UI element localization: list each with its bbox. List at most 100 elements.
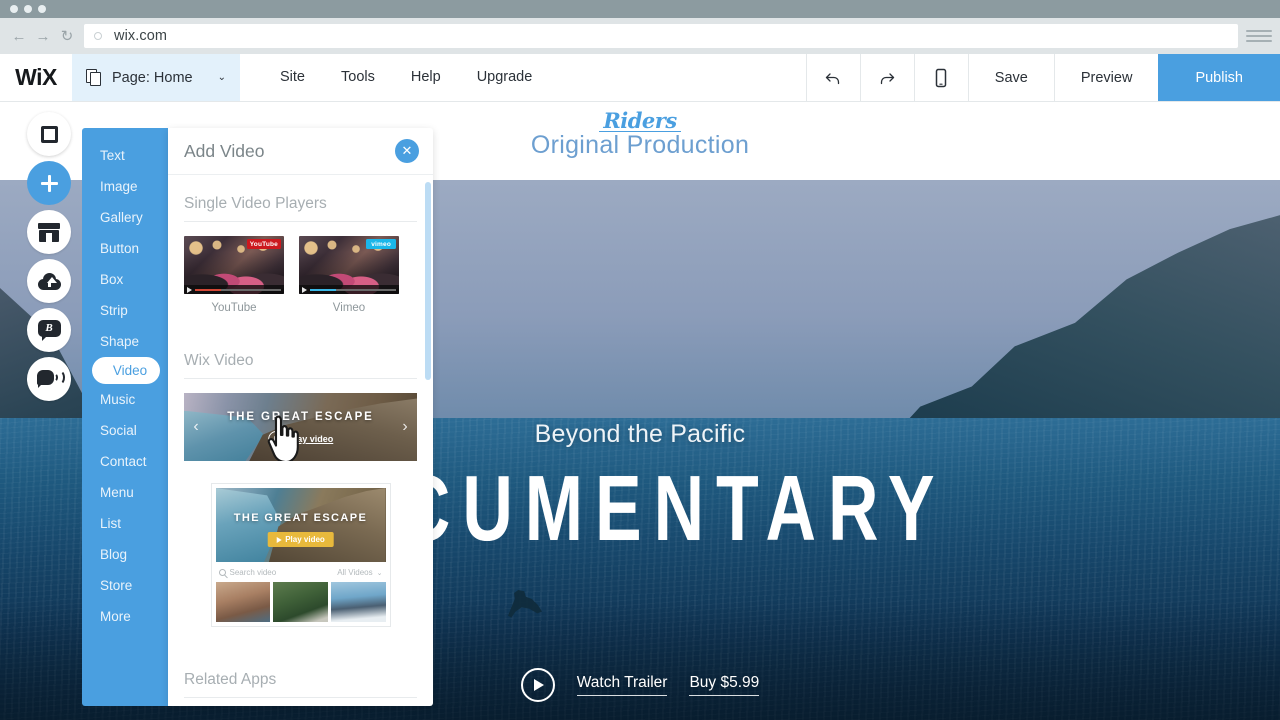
mobile-view-icon[interactable] [915, 54, 968, 101]
play-circle-icon[interactable] [521, 668, 555, 702]
category-store[interactable]: Store [82, 570, 168, 601]
category-social[interactable]: Social [82, 415, 168, 446]
menu-item-site[interactable]: Site [262, 54, 323, 101]
carousel-ridge [249, 398, 417, 461]
gallery-search-placeholder: Search video [230, 568, 277, 577]
category-strip[interactable]: Strip [82, 295, 168, 326]
site-logo[interactable]: Riders [603, 108, 676, 133]
panel-header: Add Video ✕ [168, 128, 433, 175]
rail-chat-button[interactable] [27, 357, 71, 401]
play-icon [302, 287, 307, 293]
play-circle-icon [268, 431, 284, 447]
wix-logo[interactable]: WiX [0, 54, 72, 101]
menu-item-help[interactable]: Help [393, 54, 459, 101]
window-maximize-dot[interactable] [38, 5, 46, 13]
browser-titlebar [0, 0, 1280, 18]
editor-toolbar: WiX Page: Home ⌄ Site Tools Help Upgrade [0, 54, 1280, 102]
category-contact[interactable]: Contact [82, 446, 168, 477]
add-plus-icon [41, 175, 58, 192]
carousel-play-button[interactable]: Play video [268, 431, 334, 447]
single-video-players-row: YouTube YouTube vimeo [184, 236, 417, 314]
panel-body[interactable]: Single Video Players YouTube YouTube [168, 175, 433, 706]
gallery-filter-label: All Videos [337, 568, 372, 577]
store-icon [38, 223, 60, 242]
gallery-thumbnail[interactable] [216, 582, 271, 622]
youtube-player-card[interactable]: YouTube YouTube [184, 236, 284, 314]
gallery-thumbnail[interactable] [331, 582, 386, 622]
chevron-right-icon[interactable]: › [398, 419, 412, 435]
category-video[interactable]: Video [92, 357, 160, 384]
site-info-icon [94, 32, 102, 40]
category-box[interactable]: Box [82, 264, 168, 295]
search-icon [219, 569, 226, 576]
preview-button[interactable]: Preview [1055, 54, 1159, 101]
rail-pages-button[interactable] [27, 112, 71, 156]
save-button[interactable]: Save [969, 54, 1054, 101]
blog-bubble-icon: B [38, 320, 61, 341]
category-text[interactable]: Text [82, 140, 168, 171]
category-shape[interactable]: Shape [82, 326, 168, 357]
page-selector[interactable]: Page: Home ⌄ [72, 54, 240, 101]
gallery-hero-ridge [267, 488, 386, 562]
editor-screen: ← → ↻ wix.com WiX Page: Home ⌄ Site Tool… [0, 0, 1280, 720]
youtube-label: YouTube [184, 302, 284, 314]
forward-arrow-icon[interactable]: → [32, 25, 54, 47]
vimeo-player-controls [299, 285, 399, 294]
category-blog[interactable]: Blog [82, 539, 168, 570]
pages-square-icon [41, 126, 58, 143]
rail-upload-button[interactable] [27, 259, 71, 303]
youtube-thumbnail: YouTube [184, 236, 284, 294]
category-gallery[interactable]: Gallery [82, 202, 168, 233]
page-selector-label: Page: Home [112, 70, 193, 86]
toolbar-actions: Save Preview Publish [806, 54, 1280, 101]
watch-trailer-link[interactable]: Watch Trailer [577, 674, 668, 696]
menu-item-upgrade[interactable]: Upgrade [459, 54, 551, 101]
hamburger-menu-icon[interactable] [1246, 30, 1272, 42]
play-icon [187, 287, 192, 293]
category-more[interactable]: More [82, 601, 168, 632]
back-arrow-icon[interactable]: ← [8, 25, 30, 47]
buy-link[interactable]: Buy $5.99 [689, 674, 759, 696]
panel-scrollbar-thumb[interactable] [425, 182, 431, 380]
category-music[interactable]: Music [82, 384, 168, 415]
section-single-video-players-title: Single Video Players [184, 175, 417, 222]
chevron-down-icon: ⌄ [377, 569, 383, 577]
window-close-dot[interactable] [10, 5, 18, 13]
gallery-play-button[interactable]: Play video [267, 532, 334, 547]
reload-icon[interactable]: ↻ [56, 25, 78, 47]
close-x-icon[interactable]: ✕ [395, 139, 419, 163]
gallery-filter-dropdown[interactable]: All Videos ⌄ [337, 568, 382, 577]
add-category-list: Text Image Gallery Button Box Strip Shap… [82, 128, 168, 706]
rail-add-button[interactable] [27, 161, 71, 205]
wix-video-carousel[interactable]: THE GREAT ESCAPE Play video ‹ › [184, 393, 417, 461]
youtube-badge: YouTube [247, 239, 281, 249]
rail-blog-button[interactable]: B [27, 308, 71, 352]
left-icon-rail: B [0, 102, 82, 720]
gallery-play-label: Play video [285, 535, 325, 544]
browser-toolbar: ← → ↻ wix.com [0, 18, 1280, 54]
rail-store-button[interactable] [27, 210, 71, 254]
category-image[interactable]: Image [82, 171, 168, 202]
redo-icon[interactable] [861, 54, 914, 101]
category-button[interactable]: Button [82, 233, 168, 264]
menu-item-tools[interactable]: Tools [323, 54, 393, 101]
chevron-left-icon[interactable]: ‹ [189, 419, 203, 435]
vimeo-player-card[interactable]: vimeo Vimeo [299, 236, 399, 314]
browser-nav-buttons: ← → ↻ [0, 25, 78, 47]
gallery-thumbnail[interactable] [273, 582, 328, 622]
video-gallery-widget-card[interactable]: THE GREAT ESCAPE Play video Search video… [211, 483, 391, 627]
surfer-silhouette [508, 590, 542, 620]
pages-icon [86, 69, 103, 87]
window-minimize-dot[interactable] [24, 5, 32, 13]
undo-icon[interactable] [807, 54, 860, 101]
category-list[interactable]: List [82, 508, 168, 539]
gallery-toolbar: Search video All Videos ⌄ [216, 562, 386, 582]
vimeo-label: Vimeo [299, 302, 399, 314]
progress-bar [195, 289, 281, 291]
category-menu[interactable]: Menu [82, 477, 168, 508]
address-bar[interactable]: wix.com [84, 24, 1238, 48]
section-related-apps-title: Related Apps [184, 651, 417, 698]
gallery-search-input[interactable]: Search video [219, 568, 277, 577]
publish-button[interactable]: Publish [1158, 54, 1280, 101]
window-traffic-lights [10, 5, 46, 13]
